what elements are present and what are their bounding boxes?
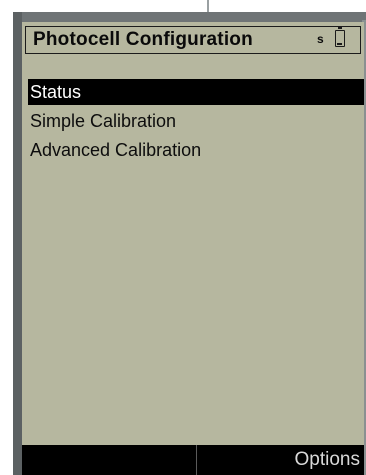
bezel-left xyxy=(13,12,22,475)
page-title: Photocell Configuration xyxy=(33,29,253,50)
softkey-bar: Options xyxy=(22,445,364,475)
title-bar: Photocell Configuration s xyxy=(25,26,361,54)
options-softkey[interactable]: Options xyxy=(197,445,360,475)
menu-item-advanced-calibration[interactable]: Advanced Calibration xyxy=(28,136,364,165)
battery-icon xyxy=(335,27,345,47)
menu-item-simple-calibration[interactable]: Simple Calibration xyxy=(28,107,364,136)
menu-item-status[interactable]: Status xyxy=(28,79,364,105)
bezel-notch xyxy=(207,0,209,12)
status-indicator: s xyxy=(317,32,324,46)
menu-list: Status Simple Calibration Advanced Calib… xyxy=(28,79,364,165)
lcd-screen: Photocell Configuration s Status Simple … xyxy=(22,22,364,475)
left-softkey[interactable] xyxy=(22,445,196,475)
device-frame: Photocell Configuration s Status Simple … xyxy=(0,0,366,475)
